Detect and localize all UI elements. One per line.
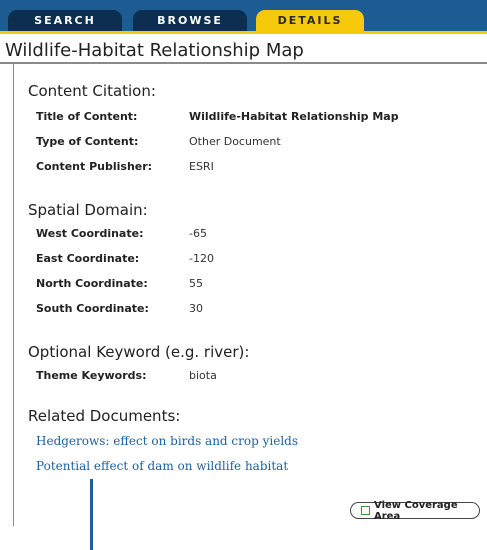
keyword-heading: Optional Keyword (e.g. river): (28, 343, 250, 361)
content-publisher-label: Content Publisher: (36, 160, 153, 173)
related-documents-heading: Related Documents: (28, 407, 181, 425)
tab-search[interactable]: SEARCH (8, 10, 122, 31)
west-coordinate-value: -65 (189, 227, 207, 240)
related-document-link-dam[interactable]: Potential effect of dam on wildlife habi… (36, 459, 288, 473)
south-coordinate-label: South Coordinate: (36, 302, 149, 315)
title-of-content-label: Title of Content: (36, 110, 138, 123)
spatial-domain-heading: Spatial Domain: (28, 201, 148, 219)
south-coordinate-value: 30 (189, 302, 203, 315)
view-coverage-area-button[interactable]: View Coverage Area (350, 499, 480, 522)
type-of-content-label: Type of Content: (36, 135, 139, 148)
north-coordinate-label: North Coordinate: (36, 277, 148, 290)
tab-browse[interactable]: BROWSE (133, 10, 247, 31)
theme-keywords-label: Theme Keywords: (36, 369, 147, 382)
left-divider (13, 64, 14, 526)
west-coordinate-label: West Coordinate: (36, 227, 144, 240)
related-document-link-hedgerows[interactable]: Hedgerows: effect on birds and crop yiel… (36, 434, 298, 448)
type-of-content-value: Other Document (189, 135, 281, 148)
blue-indicator-bar (90, 479, 93, 550)
title-row: Wildlife-Habitat Relationship Map (0, 31, 487, 64)
theme-keywords-value: biota (189, 369, 217, 382)
east-coordinate-label: East Coordinate: (36, 252, 140, 265)
tab-bar: SEARCH BROWSE DETAILS (0, 0, 487, 31)
title-of-content-value: Wildlife-Habitat Relationship Map (189, 110, 399, 123)
tab-details[interactable]: DETAILS (256, 10, 364, 31)
checkbox-icon (361, 506, 370, 515)
east-coordinate-value: -120 (189, 252, 214, 265)
north-coordinate-value: 55 (189, 277, 203, 290)
content-publisher-value: ESRI (189, 160, 214, 173)
page-title: Wildlife-Habitat Relationship Map (5, 40, 304, 61)
content-citation-heading: Content Citation: (28, 82, 156, 100)
view-coverage-area-label: View Coverage Area (374, 499, 458, 522)
